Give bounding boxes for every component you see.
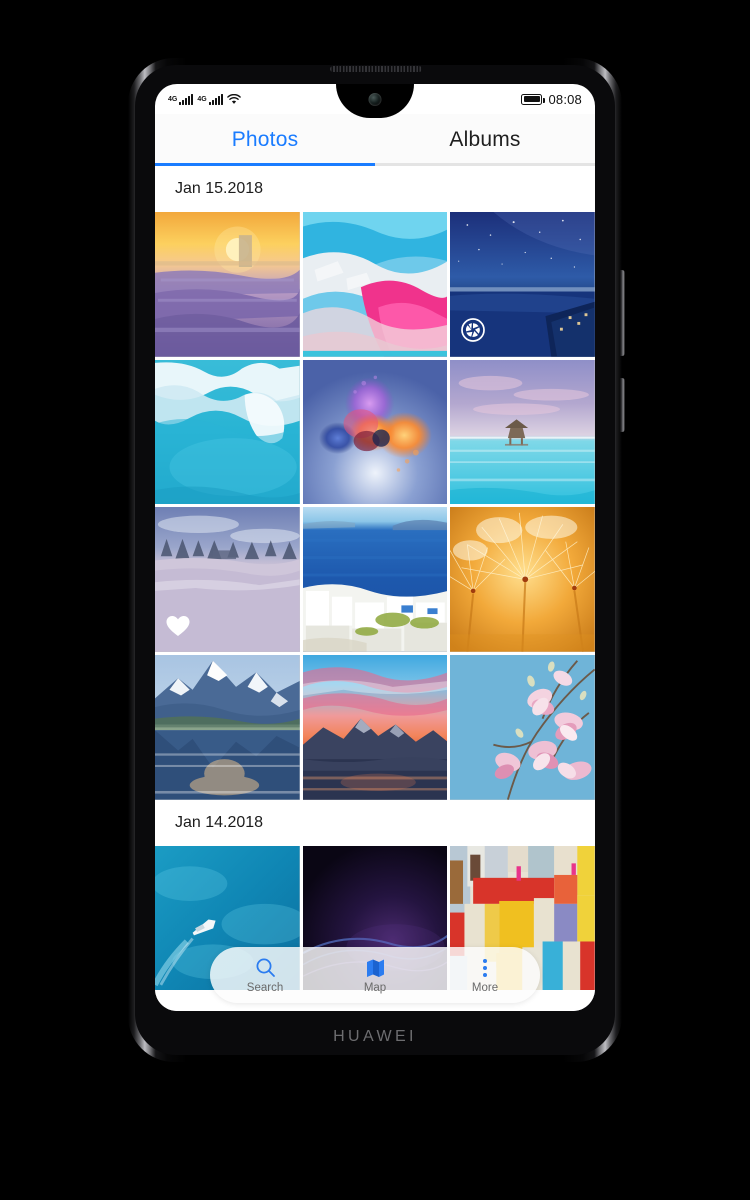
earpiece-speaker <box>330 66 422 72</box>
photo-art-overwater-bungalow <box>450 359 595 505</box>
photo-thumbnail[interactable] <box>155 507 300 653</box>
photo-thumbnail[interactable] <box>302 507 448 653</box>
toolbar-map[interactable]: Map <box>320 947 430 1003</box>
photo-gallery[interactable]: Jan 15.2018 Jan 14.2018 <box>155 166 595 1011</box>
more-dots-icon <box>483 957 487 979</box>
photo-thumbnail[interactable] <box>450 655 595 800</box>
bottom-toolbar: Search Map More <box>210 947 540 1003</box>
toolbar-map-label: Map <box>363 981 387 994</box>
photo-thumbnail[interactable] <box>450 212 595 357</box>
status-right-group: 08:08 <box>521 92 582 107</box>
tab-photos[interactable]: Photos <box>155 114 375 166</box>
network-type-label-2: 4G <box>197 95 207 103</box>
toolbar-more-label: More <box>471 981 499 994</box>
status-left-group: 4G 4G <box>168 93 241 105</box>
photo-thumbnail[interactable] <box>450 507 595 653</box>
photo-thumbnail[interactable] <box>302 212 448 357</box>
network-type-label-1: 4G <box>168 95 178 103</box>
volume-button[interactable] <box>620 270 625 356</box>
power-button[interactable] <box>620 378 625 432</box>
photo-art-powder-explosion <box>302 359 448 505</box>
wifi-icon <box>226 93 241 105</box>
photo-art-lavender-sunset <box>155 212 300 357</box>
photo-thumbnail[interactable] <box>155 655 300 800</box>
photo-thumbnail[interactable] <box>302 655 448 800</box>
photo-art-iceberg <box>155 359 300 505</box>
date-header-2: Jan 14.2018 <box>155 799 595 846</box>
tab-albums[interactable]: Albums <box>375 114 595 166</box>
map-icon <box>366 957 385 979</box>
date-header-1: Jan 15.2018 <box>155 166 595 212</box>
toolbar-search-label: Search <box>246 981 284 994</box>
photo-art-dandelion <box>450 507 595 653</box>
front-camera-icon <box>368 93 382 106</box>
heart-icon <box>165 614 191 638</box>
photo-art-abstract-paint <box>302 212 448 357</box>
photo-art-mountain-reflection <box>155 655 300 800</box>
tab-bar: Photos Albums <box>155 114 595 166</box>
signal-bars-icon-2: 4G <box>197 93 223 105</box>
toolbar-search[interactable]: Search <box>210 947 320 1003</box>
photo-thumbnail[interactable] <box>155 359 300 505</box>
photo-art-santorini <box>302 507 448 653</box>
status-clock: 08:08 <box>548 91 582 107</box>
battery-icon <box>521 93 546 105</box>
camera-shutter-icon <box>460 317 486 343</box>
tab-underline <box>155 163 595 166</box>
phone-screen: 4G 4G 08:08 Photos Albums Jan 15.2018 Ja… <box>155 84 595 1011</box>
toolbar-more[interactable]: More <box>430 947 540 1003</box>
huawei-brand-logo: HUAWEI <box>333 1028 417 1045</box>
photo-grid-1 <box>155 212 595 800</box>
photo-thumbnail[interactable] <box>302 359 448 505</box>
photo-thumbnail[interactable] <box>155 212 300 357</box>
search-icon <box>255 957 276 979</box>
photo-art-sunset-mountains <box>302 655 448 800</box>
photo-thumbnail[interactable] <box>450 359 595 505</box>
photo-art-magnolia <box>450 655 595 800</box>
signal-bars-icon: 4G <box>168 93 194 105</box>
screenshot-stage: 4G 4G 08:08 Photos Albums Jan 15.2018 Ja… <box>0 0 750 1200</box>
